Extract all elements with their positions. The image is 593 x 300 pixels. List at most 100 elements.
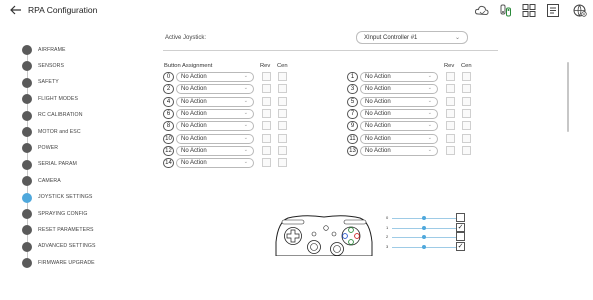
button-row: 13 No Action ⌄ [347, 145, 487, 156]
sidebar-item-sensors[interactable]: SENSORS [22, 60, 142, 72]
axis-reverse-checkbox[interactable] [456, 232, 465, 241]
button-action-select[interactable]: No Action ⌄ [360, 145, 438, 156]
rev-checkbox[interactable] [262, 133, 271, 143]
rev-checkbox[interactable] [446, 72, 455, 81]
button-action-select[interactable]: No Action ⌄ [176, 72, 254, 82]
rev-checkbox[interactable] [262, 158, 271, 168]
rev-checkbox[interactable] [262, 84, 271, 94]
sidebar-item-label: FLIGHT MODES [38, 95, 79, 102]
rev-checkbox[interactable] [262, 96, 271, 106]
cen-checkbox[interactable] [278, 121, 287, 131]
cen-checkbox[interactable] [462, 96, 471, 106]
axis-monitor: 0 1 ✓ 2 3 ✓ [386, 212, 476, 257]
nav-dot-icon [22, 61, 32, 72]
sidebar-item-rc-calibration[interactable]: RC CALIBRATION [22, 110, 142, 122]
sidebar-item-motor-and-esc[interactable]: MOTOR and ESC [22, 126, 142, 138]
button-action-select[interactable]: No Action ⌄ [360, 133, 438, 144]
sidebar-item-label: RC CALIBRATION [38, 112, 83, 119]
chevron-down-icon: ⌄ [427, 97, 432, 104]
sidebar-item-firmware-upgrade[interactable]: FIRMWARE UPGRADE [22, 257, 142, 269]
grid-layout-icon[interactable] [521, 3, 537, 18]
sidebar-item-joystick-settings[interactable]: JOYSTICK SETTINGS [22, 192, 142, 204]
button-row: 10 No Action ⌄ [163, 133, 303, 144]
sidebar-item-serial-param[interactable]: SERIAL PARAM [22, 159, 142, 171]
document-icon[interactable] [545, 3, 561, 18]
cen-checkbox[interactable] [462, 72, 471, 81]
button-action-select[interactable]: No Action ⌄ [176, 145, 254, 156]
rev-checkbox[interactable] [446, 108, 455, 118]
cen-checkbox[interactable] [278, 108, 287, 118]
axis-reverse-checkbox[interactable]: ✓ [456, 222, 465, 232]
globe-settings-icon[interactable] [572, 3, 588, 18]
axis-label: 1 [386, 224, 389, 230]
nav-dot-icon [22, 258, 32, 269]
rev-checkbox[interactable] [446, 84, 455, 94]
button-action-select[interactable]: No Action ⌄ [176, 158, 254, 169]
axis-label: 2 [386, 234, 389, 239]
nav-dot-icon [22, 94, 32, 105]
button-action-select[interactable]: No Action ⌄ [176, 121, 254, 132]
cen-checkbox[interactable] [278, 84, 287, 94]
vertical-scrollbar[interactable] [567, 62, 569, 132]
axis-reverse-checkbox[interactable]: ✓ [456, 241, 465, 251]
joystick-device-icon[interactable] [498, 3, 514, 18]
axis-slider-knob[interactable] [422, 244, 426, 249]
sidebar-item-flight-modes[interactable]: FLIGHT MODES [22, 93, 142, 105]
sidebar-item-reset-parameters[interactable]: RESET PARAMETERS [22, 224, 142, 236]
button-action-select[interactable]: No Action ⌄ [176, 133, 254, 144]
cen-checkbox[interactable] [462, 145, 471, 155]
active-joystick-select[interactable]: XInput Controller #1 ⌄ [356, 31, 468, 44]
button-action-value: No Action [365, 123, 391, 130]
button-row: 1 No Action ⌄ [347, 72, 487, 82]
sidebar-item-advanced-settings[interactable]: ADVANCED SETTINGS [22, 241, 142, 253]
button-number-badge: 11 [347, 133, 358, 144]
button-action-value: No Action [365, 147, 391, 154]
sidebar-item-spraying-config[interactable]: SPRAYING CONFIG [22, 208, 142, 220]
button-action-select[interactable]: No Action ⌄ [176, 96, 254, 107]
cen-checkbox[interactable] [462, 108, 471, 118]
button-action-select[interactable]: No Action ⌄ [360, 84, 438, 95]
rev-checkbox[interactable] [262, 108, 271, 118]
button-action-value: No Action [365, 74, 391, 80]
sidebar-item-airframe[interactable]: AIRFRAME [22, 44, 142, 56]
axis-row: 2 [386, 232, 476, 241]
cen-checkbox[interactable] [462, 121, 471, 131]
chevron-down-icon: ⌄ [243, 109, 248, 116]
button-action-select[interactable]: No Action ⌄ [176, 108, 254, 119]
cen-checkbox[interactable] [278, 158, 287, 168]
button-action-value: No Action [365, 86, 391, 93]
rev-checkbox[interactable] [446, 145, 455, 155]
cen-checkbox[interactable] [278, 145, 287, 155]
cen-checkbox[interactable] [462, 84, 471, 94]
cen-checkbox[interactable] [278, 96, 287, 106]
rev-checkbox[interactable] [262, 121, 271, 131]
rev-checkbox[interactable] [446, 133, 455, 143]
rev-checkbox[interactable] [262, 72, 271, 81]
back-arrow-icon[interactable] [9, 3, 23, 17]
button-action-select[interactable]: No Action ⌄ [360, 96, 438, 107]
sidebar-item-power[interactable]: POWER [22, 142, 142, 154]
cen-checkbox[interactable] [278, 72, 287, 81]
sidebar-item-camera[interactable]: CAMERA [22, 175, 142, 187]
gamepad-icon [275, 215, 373, 256]
rev-checkbox[interactable] [262, 145, 271, 155]
button-action-select[interactable]: No Action ⌄ [360, 121, 438, 132]
active-joystick-label: Active Joystick: [165, 35, 207, 41]
rev-checkbox[interactable] [446, 121, 455, 131]
button-assignment-header: Button Assignment [164, 63, 213, 69]
axis-slider-knob[interactable] [422, 235, 426, 239]
axis-reverse-checkbox[interactable] [456, 213, 465, 222]
button-number-badge: 5 [347, 96, 358, 107]
sidebar-item-safety[interactable]: SAFETY [22, 77, 142, 89]
axis-slider-knob[interactable] [422, 216, 426, 220]
rev-checkbox[interactable] [446, 96, 455, 106]
axis-slider-knob[interactable] [422, 225, 426, 230]
button-action-value: No Action [181, 135, 207, 142]
cen-checkbox[interactable] [462, 133, 471, 143]
cloud-icon[interactable] [474, 3, 490, 18]
nav-dot-icon [22, 127, 32, 137]
cen-checkbox[interactable] [278, 133, 287, 143]
button-action-select[interactable]: No Action ⌄ [360, 72, 438, 82]
button-action-select[interactable]: No Action ⌄ [360, 108, 438, 119]
button-action-select[interactable]: No Action ⌄ [176, 84, 254, 95]
